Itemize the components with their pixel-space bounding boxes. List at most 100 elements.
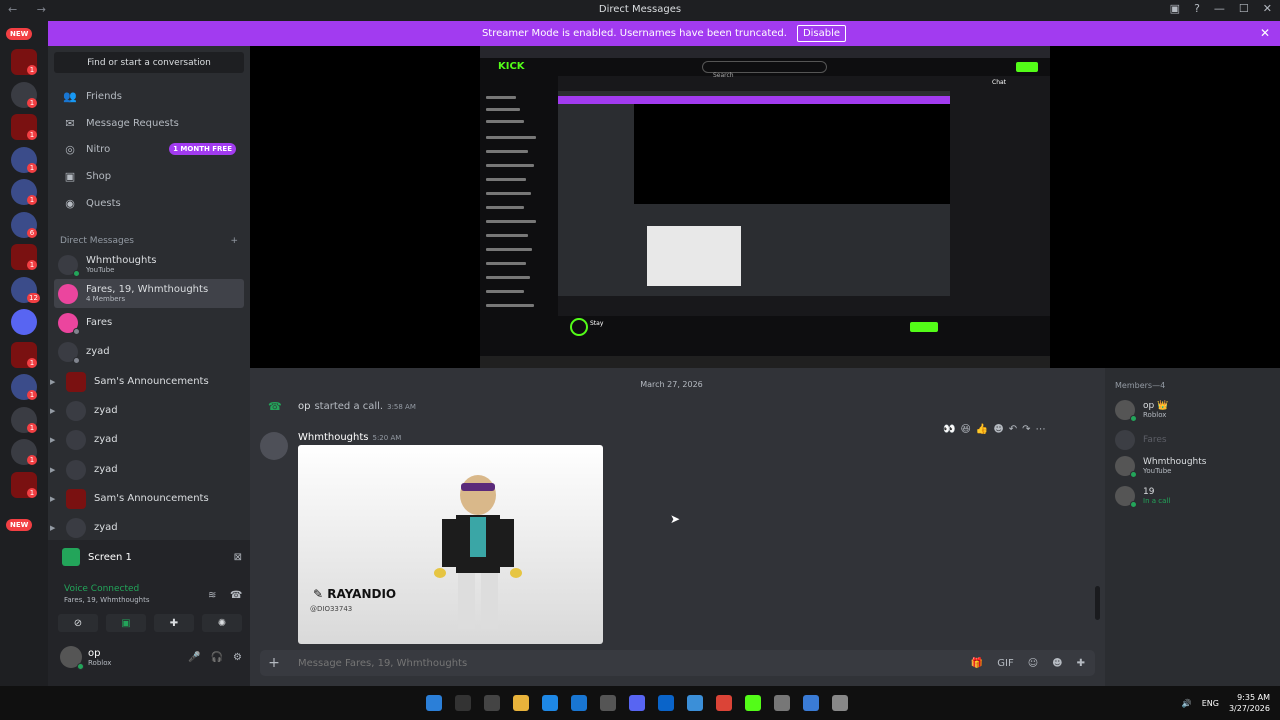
settings-gear-icon[interactable]: ⚙ [233, 652, 242, 663]
speaker-icon[interactable]: 🔊 [1182, 699, 1192, 708]
banner-close-icon[interactable]: ✕ [1260, 26, 1270, 40]
help-icon[interactable]: ? [1194, 2, 1200, 15]
dm-item[interactable]: ▶ zyad [50, 425, 244, 454]
attach-plus-icon[interactable]: + [260, 655, 288, 671]
thumbs-up-icon[interactable]: 👍 [976, 424, 988, 435]
eyes-emoji-icon[interactable]: 👀 [943, 424, 955, 435]
avatar [58, 254, 80, 277]
activities-button[interactable]: ✚ [154, 614, 194, 632]
dm-item[interactable]: ▶ zyad [50, 455, 244, 484]
dm-name: zyad [94, 405, 118, 416]
mail-icon[interactable] [571, 695, 587, 711]
gif-icon[interactable]: GIF [997, 658, 1013, 669]
unread-badge: 1 [27, 390, 37, 400]
member-item[interactable]: op 👑 Roblox [1115, 400, 1275, 422]
app-icon[interactable] [832, 695, 848, 711]
user-avatar[interactable] [60, 646, 84, 670]
disconnect-icon[interactable]: ☎ [230, 590, 242, 601]
app-icon[interactable] [803, 695, 819, 711]
dm-item[interactable]: Fares [54, 308, 244, 337]
screen-share-preview[interactable]: Screen 1 ⊠ [62, 548, 242, 566]
unread-badge: 1 [27, 357, 37, 368]
dm-item[interactable]: Whmthoughts YouTube [54, 250, 244, 279]
add-dm-icon[interactable]: + [230, 236, 238, 246]
nav-quests[interactable]: ◉ Quests [54, 191, 244, 215]
chrome-icon[interactable] [716, 695, 732, 711]
soundboard-button[interactable]: ✺ [202, 614, 242, 632]
dm-item[interactable]: zyad [54, 337, 244, 366]
start-icon[interactable] [426, 695, 442, 711]
kick-icon[interactable] [745, 695, 761, 711]
message-input[interactable] [298, 657, 971, 669]
group-avatar [58, 283, 78, 304]
screen-icon [62, 548, 80, 566]
search-icon[interactable] [455, 695, 471, 711]
author-avatar[interactable] [260, 432, 288, 460]
dm-item[interactable]: ▶ Sam's Announcements [50, 484, 244, 513]
screen-share-button[interactable]: ▣ [106, 614, 146, 632]
headphones-icon[interactable]: 🎧 [211, 652, 223, 663]
conversation-search[interactable]: Find or start a conversation [54, 52, 244, 73]
timestamp: 5:20 AM [372, 434, 402, 442]
dm-item-selected[interactable]: Fares, 19, Whmthoughts 4 Members [54, 279, 244, 308]
dm-item[interactable]: ▶ zyad [50, 513, 244, 542]
stop-stream-icon[interactable]: ⊠ [234, 552, 242, 563]
app-icon[interactable] [600, 695, 616, 711]
streamer-mode-banner: Streamer Mode is enabled. Usernames have… [48, 21, 1280, 46]
maximize-button[interactable]: ☐ [1239, 2, 1249, 15]
author-name[interactable]: Whmthoughts [298, 432, 369, 443]
mouse-cursor: ➤ [670, 512, 681, 526]
unread-badge: 1 [27, 162, 37, 173]
edge-icon[interactable] [542, 695, 558, 711]
noise-icon[interactable]: ≋ [208, 590, 216, 601]
laugh-emoji-icon[interactable]: 😆 [960, 424, 970, 435]
camera-off-button[interactable]: ⊘ [58, 614, 98, 632]
nav-message-requests[interactable]: ✉ Message Requests [54, 111, 244, 135]
stream-viewer[interactable]: KICK Search Chat Stay [250, 46, 1280, 368]
app-icon[interactable] [687, 695, 703, 711]
forward-icon[interactable]: ↷ [1022, 424, 1030, 435]
expand-icon: ▶ [50, 523, 56, 532]
dm-item[interactable]: ▶ zyad [50, 396, 244, 425]
minimize-button[interactable]: — [1214, 2, 1225, 15]
phone-icon: ☎ [268, 400, 282, 413]
gift-icon[interactable]: 🎁 [971, 658, 983, 669]
nav-shop[interactable]: ▣ Shop [54, 164, 244, 188]
unread-badge: 1 [27, 260, 37, 270]
avatar [58, 341, 80, 364]
nav-nitro[interactable]: ◎ Nitro 1 MONTH FREE [54, 137, 244, 161]
mic-icon[interactable]: 🎤 [188, 652, 200, 663]
file-explorer-icon[interactable] [513, 695, 529, 711]
expand-icon: ▶ [50, 377, 56, 386]
member-item[interactable]: Fares [1115, 430, 1275, 450]
app-icon[interactable] [774, 695, 790, 711]
reply-icon[interactable]: ↶ [1009, 424, 1017, 435]
call-user[interactable]: op [298, 401, 310, 412]
dm-item[interactable]: ▶ Sam's Announcements [50, 367, 244, 396]
inbox-icon[interactable]: ▣ [1170, 2, 1180, 15]
timestamp: 3:58 AM [387, 402, 416, 411]
disable-button[interactable]: Disable [796, 25, 847, 42]
language-indicator[interactable]: ENG [1202, 699, 1219, 708]
image-attachment[interactable]: ✎ RAYANDIO @DIO33743 [298, 445, 603, 644]
dm-name: zyad [94, 434, 118, 445]
member-item[interactable]: Whmthoughts YouTube [1115, 456, 1275, 478]
voice-channel-name[interactable]: Fares, 19, Whmthoughts [64, 596, 150, 604]
outlook-icon[interactable] [658, 695, 674, 711]
server-icon[interactable] [11, 309, 37, 335]
task-view-icon[interactable] [484, 695, 500, 711]
member-list: Members—4 op 👑 Roblox Fares Whmthoughts Yo… [1105, 368, 1280, 686]
member-item[interactable]: 19 In a call [1115, 486, 1275, 508]
close-window-button[interactable]: ✕ [1263, 2, 1272, 15]
add-reaction-icon[interactable]: ☻ [993, 424, 1003, 435]
quests-icon: ◉ [65, 196, 75, 210]
more-icon[interactable]: ⋯ [1036, 424, 1046, 435]
emoji-icon[interactable]: ☻ [1052, 658, 1062, 669]
nav-friends[interactable]: 👥 Friends [54, 84, 244, 108]
clock[interactable]: 9:35 AM 3/27/2026 [1229, 692, 1270, 714]
apps-icon[interactable]: ✚ [1077, 658, 1085, 669]
scrollbar[interactable] [1095, 586, 1100, 620]
server-rail: NEW NEW 1 1 1 1 1 6 1 12 1 1 1 1 1 [0, 21, 48, 686]
sticker-icon[interactable]: ☺ [1028, 658, 1038, 669]
discord-icon[interactable] [629, 695, 645, 711]
